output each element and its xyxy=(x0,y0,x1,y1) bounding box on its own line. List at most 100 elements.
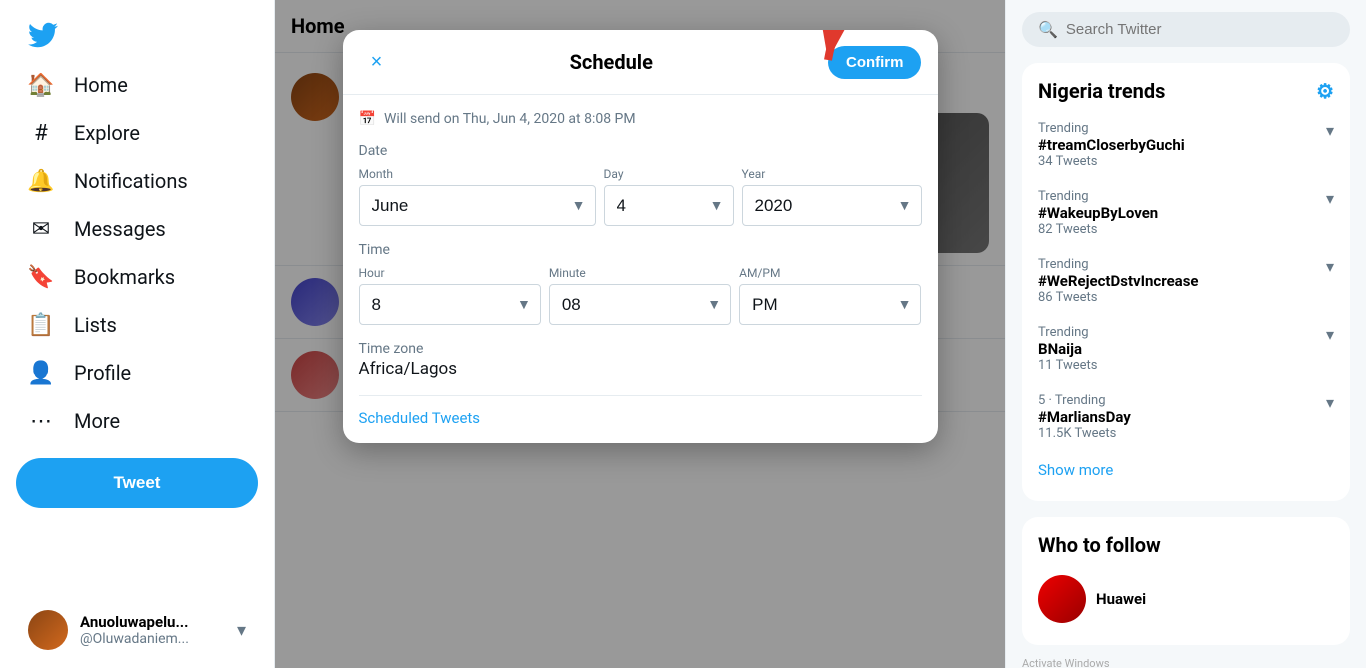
minute-select-wrapper: 08 ▼ xyxy=(549,284,731,325)
scheduled-tweets-link[interactable]: Scheduled Tweets xyxy=(359,409,481,427)
notifications-nav-icon: 🔔 xyxy=(28,168,54,194)
lists-nav-icon: 📋 xyxy=(28,312,54,338)
trend-item-3[interactable]: Trending #WeRejectDstvIncrease 86 Tweets… xyxy=(1022,247,1350,315)
time-selects: Hour 8 ▼ Minute 08 xyxy=(359,266,922,325)
hour-select-wrapper: 8 ▼ xyxy=(359,284,541,325)
trend-4-name: BNaija xyxy=(1038,340,1098,358)
day-label: Day xyxy=(604,167,734,181)
user-handle: @Oluwadaniem... xyxy=(80,631,237,647)
modal-header: × Schedule Confirm xyxy=(343,30,938,95)
trend-3-name: #WeRejectDstvIncrease xyxy=(1038,272,1199,290)
user-more-icon: ▾ xyxy=(237,620,246,641)
trend-2-name: #WakeupByLoven xyxy=(1038,204,1158,222)
month-select[interactable]: June xyxy=(359,185,596,226)
modal-close-button[interactable]: × xyxy=(359,44,395,80)
minute-select-group: Minute 08 ▼ xyxy=(549,266,731,325)
trend-item-5-header: 5 · Trending #MarliansDay 11.5K Tweets ▾ xyxy=(1038,393,1334,441)
modal-body: 📅 Will send on Thu, Jun 4, 2020 at 8:08 … xyxy=(343,95,938,443)
trend-4-count: 11 Tweets xyxy=(1038,358,1098,373)
more-nav-label: More xyxy=(74,409,120,433)
trend-1-more-icon: ▾ xyxy=(1326,121,1334,140)
who-to-follow-card: Who to follow Huawei xyxy=(1022,517,1350,645)
schedule-overlay[interactable]: × Schedule Confirm 📅 Will send on Thu, J… xyxy=(275,0,1005,668)
lists-nav-label: Lists xyxy=(74,313,117,337)
month-select-group: Month June ▼ xyxy=(359,167,596,226)
activate-windows: Activate Windows Go to Settings to activ… xyxy=(1022,657,1350,668)
minute-select[interactable]: 08 xyxy=(549,284,731,325)
trend-item-2-header: Trending #WakeupByLoven 82 Tweets ▾ xyxy=(1038,189,1334,237)
timezone-label: Time zone xyxy=(359,341,922,357)
trends-card: Nigeria trends ⚙ Trending #treamCloserby… xyxy=(1022,63,1350,501)
bookmarks-nav-label: Bookmarks xyxy=(74,265,175,289)
trend-2-more-icon: ▾ xyxy=(1326,189,1334,208)
trend-4-more-icon: ▾ xyxy=(1326,325,1334,344)
settings-gear-icon[interactable]: ⚙ xyxy=(1316,79,1334,103)
date-label: Date xyxy=(359,143,922,159)
schedule-info-text: Will send on Thu, Jun 4, 2020 at 8:08 PM xyxy=(384,111,636,127)
profile-nav-label: Profile xyxy=(74,361,131,385)
sidebar-item-profile[interactable]: 👤 Profile xyxy=(16,350,258,396)
time-label: Time xyxy=(359,242,922,258)
hour-select-group: Hour 8 ▼ xyxy=(359,266,541,325)
timezone-value: Africa/Lagos xyxy=(359,359,922,379)
confirm-button[interactable]: Confirm xyxy=(828,46,922,79)
messages-nav-label: Messages xyxy=(74,217,166,241)
schedule-info: 📅 Will send on Thu, Jun 4, 2020 at 8:08 … xyxy=(359,111,922,127)
sidebar-item-notifications[interactable]: 🔔 Notifications xyxy=(16,158,258,204)
day-select-wrapper: 4 ▼ xyxy=(604,185,734,226)
sidebar-item-home[interactable]: 🏠 Home xyxy=(16,62,258,108)
home-nav-icon: 🏠 xyxy=(28,72,54,98)
month-select-wrapper: June ▼ xyxy=(359,185,596,226)
search-bar[interactable]: 🔍 xyxy=(1022,12,1350,47)
sidebar-item-lists[interactable]: 📋 Lists xyxy=(16,302,258,348)
trend-item-1[interactable]: Trending #treamCloserbyGuchi 34 Tweets ▾ xyxy=(1022,111,1350,179)
month-label: Month xyxy=(359,167,596,181)
trend-item-5[interactable]: 5 · Trending #MarliansDay 11.5K Tweets ▾ xyxy=(1022,383,1350,451)
search-input[interactable] xyxy=(1066,21,1334,38)
trend-1-name: #treamCloserbyGuchi xyxy=(1038,136,1185,154)
twitter-logo[interactable] xyxy=(16,8,258,58)
trend-5-count: 11.5K Tweets xyxy=(1038,426,1131,441)
ampm-select-wrapper: PM AM ▼ xyxy=(739,284,921,325)
sidebar-item-explore[interactable]: # Explore xyxy=(16,110,258,156)
ampm-select[interactable]: PM AM xyxy=(739,284,921,325)
trend-item-3-header: Trending #WeRejectDstvIncrease 86 Tweets… xyxy=(1038,257,1334,305)
tweet-button[interactable]: Tweet xyxy=(16,458,258,508)
trend-5-more-icon: ▾ xyxy=(1326,393,1334,412)
show-more-link[interactable]: Show more xyxy=(1022,451,1350,489)
home-nav-label: Home xyxy=(74,73,128,97)
day-select[interactable]: 4 xyxy=(604,185,734,226)
year-select[interactable]: 2020 xyxy=(742,185,922,226)
day-select-group: Day 4 ▼ xyxy=(604,167,734,226)
sidebar-item-bookmarks[interactable]: 🔖 Bookmarks xyxy=(16,254,258,300)
year-select-wrapper: 2020 ▼ xyxy=(742,185,922,226)
sidebar-item-messages[interactable]: ✉ Messages xyxy=(16,206,258,252)
more-nav-icon: ⋯ xyxy=(28,408,54,434)
trend-item-2[interactable]: Trending #WakeupByLoven 82 Tweets ▾ xyxy=(1022,179,1350,247)
main-content: Home xyxy=(275,0,1006,668)
huawei-avatar xyxy=(1038,575,1086,623)
notifications-nav-label: Notifications xyxy=(74,169,188,193)
sidebar-user[interactable]: Anuoluwapelu... @Oluwadaniem... ▾ xyxy=(16,600,258,660)
trend-item-4[interactable]: Trending BNaija 11 Tweets ▾ xyxy=(1022,315,1350,383)
sidebar-item-more[interactable]: ⋯ More xyxy=(16,398,258,444)
trend-1-category: Trending xyxy=(1038,121,1185,136)
explore-nav-icon: # xyxy=(28,120,54,146)
hour-select[interactable]: 8 xyxy=(359,284,541,325)
ampm-label: AM/PM xyxy=(739,266,921,280)
avatar xyxy=(28,610,68,650)
who-to-follow-header: Who to follow xyxy=(1022,529,1350,565)
trends-header: Nigeria trends ⚙ xyxy=(1022,75,1350,111)
trend-4-category: Trending xyxy=(1038,325,1098,340)
timezone-section: Time zone Africa/Lagos xyxy=(359,341,922,379)
follow-item-huawei[interactable]: Huawei xyxy=(1022,565,1350,633)
user-name: Anuoluwapelu... xyxy=(80,613,237,631)
minute-label: Minute xyxy=(549,266,731,280)
huawei-info: Huawei xyxy=(1096,590,1146,608)
trend-item-1-header: Trending #treamCloserbyGuchi 34 Tweets ▾ xyxy=(1038,121,1334,169)
trend-3-category: Trending xyxy=(1038,257,1199,272)
nav-items: 🏠 Home # Explore 🔔 Notifications ✉ Messa… xyxy=(16,62,258,446)
trend-2-category: Trending xyxy=(1038,189,1158,204)
search-icon: 🔍 xyxy=(1038,20,1058,39)
hour-label: Hour xyxy=(359,266,541,280)
